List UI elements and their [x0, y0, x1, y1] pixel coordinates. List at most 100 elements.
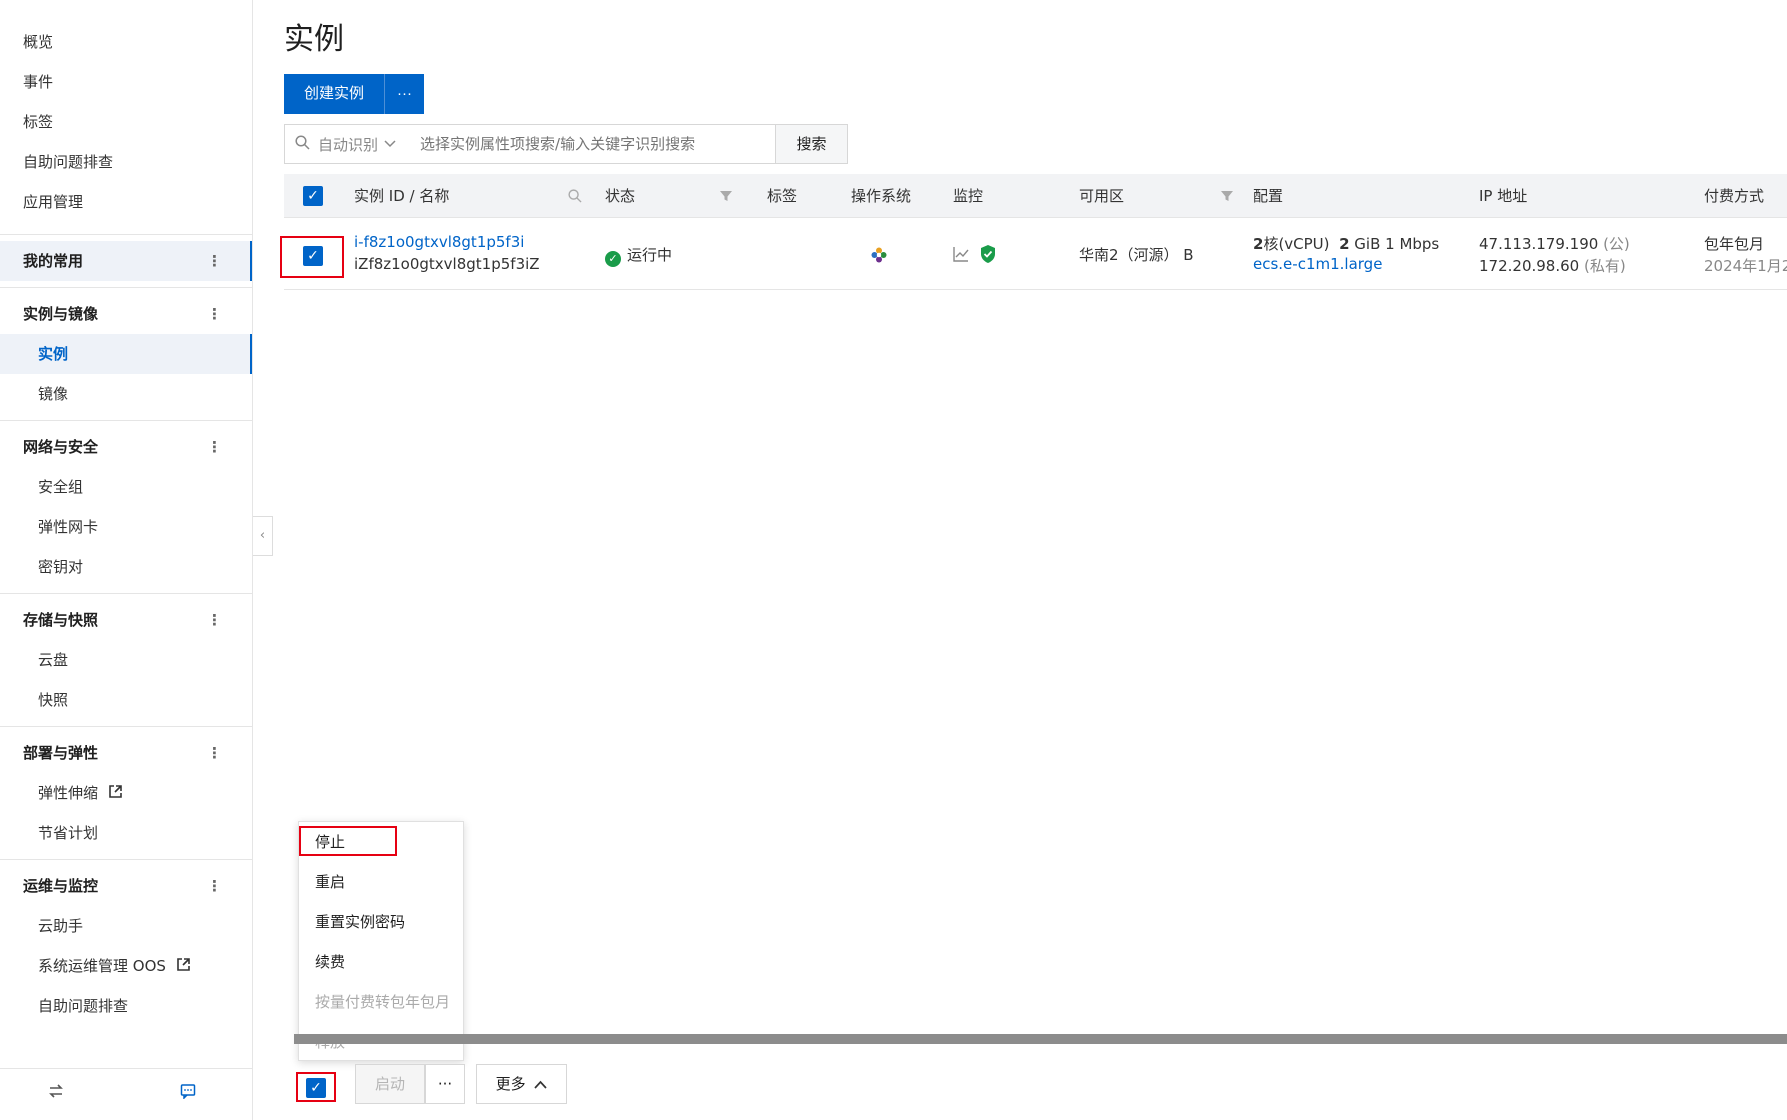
instance-id-link[interactable]: i-f8z1o0gtxvl8gt1p5f3i [354, 233, 524, 251]
instance-name: iZf8z1o0gtxvl8gt1p5f3iZ [354, 255, 540, 273]
sidebar-group-network-security[interactable]: 网络与安全 ⋮ [0, 427, 252, 467]
monitor-chart-icon[interactable] [953, 246, 969, 266]
config-spec: 2核(vCPU) 2 GiB 1 Mbps [1253, 233, 1439, 254]
sidebar-item-security-groups[interactable]: 安全组 [0, 467, 252, 507]
more-vertical-icon[interactable]: ⋮ [207, 866, 222, 906]
header-os: 操作系统 [851, 187, 912, 205]
highlight-box [299, 826, 397, 856]
sidebar-item-savings-plan[interactable]: 节省计划 [0, 813, 252, 853]
more-vertical-icon[interactable]: ⋮ [207, 294, 222, 334]
create-instance-button[interactable]: 创建实例 [284, 74, 385, 114]
sidebar-item-events[interactable]: 事件 [0, 62, 252, 102]
mem-count: 2 [1339, 235, 1350, 253]
sidebar-item-label: 系统运维管理 OOS [38, 957, 166, 975]
select-all-checkbox[interactable]: ✓ [303, 186, 323, 206]
sidebar-item-snapshots[interactable]: 快照 [0, 680, 252, 720]
status-text: 运行中 [627, 246, 673, 264]
sidebar-item-self-troubleshoot[interactable]: 自助问题排查 [0, 142, 252, 182]
sidebar-group-label: 网络与安全 [23, 438, 99, 456]
header-config: 配置 [1253, 187, 1284, 205]
more-vertical-icon[interactable]: ⋮ [207, 241, 222, 281]
sidebar-group-deploy-elastic[interactable]: 部署与弹性 ⋮ [0, 733, 252, 773]
sidebar-item-keypairs[interactable]: 密钥对 [0, 547, 252, 587]
divider [0, 420, 252, 421]
os-icon [870, 246, 888, 268]
sidebar-group-label: 实例与镜像 [23, 305, 99, 323]
search-icon [295, 134, 310, 154]
check-circle-icon: ✓ [605, 251, 621, 267]
divider [0, 726, 252, 727]
sidebar-group-label: 存储与快照 [23, 611, 99, 629]
instance-status: ✓ 运行中 [605, 244, 672, 267]
more-vertical-icon[interactable]: ⋮ [207, 427, 222, 467]
sidebar-group-ops-monitor[interactable]: 运维与监控 ⋮ [0, 866, 252, 906]
instance-type-link[interactable]: ecs.e-c1m1.large [1253, 255, 1382, 273]
page-title: 实例 [284, 22, 344, 57]
menu-item-renew[interactable]: 续费 [299, 942, 463, 982]
sidebar-item-app-management[interactable]: 应用管理 [0, 182, 252, 222]
divider [0, 234, 252, 235]
chevron-down-icon[interactable] [384, 137, 396, 151]
sidebar-item-oos[interactable]: 系统运维管理 OOS [0, 946, 252, 986]
menu-item-convert-billing: 按量付费转包年包月 [315, 993, 451, 1011]
start-button: 启动 [355, 1064, 425, 1104]
more-vertical-icon[interactable]: ⋮ [207, 733, 222, 773]
app-root: 概览 事件 标签 自助问题排查 应用管理 我的常用 ⋮ 实例与镜像 ⋮ 实例 镜… [0, 0, 1787, 1120]
public-ip-value: 47.113.179.190 [1479, 235, 1599, 253]
header-zone: 可用区 [1079, 187, 1125, 205]
search-mode-select[interactable]: 自动识别 [318, 134, 378, 155]
private-ip-value: 172.20.98.60 [1479, 257, 1580, 275]
sidebar-group-label: 我的常用 [23, 252, 84, 270]
sidebar-item-instances[interactable]: 实例 [0, 334, 252, 374]
sidebar-group-label: 部署与弹性 [23, 744, 99, 762]
more-actions-label: 更多 [495, 1075, 526, 1093]
sidebar-group-instances-images[interactable]: 实例与镜像 ⋮ [0, 294, 252, 334]
divider [0, 859, 252, 860]
menu-item-stop[interactable]: 停止 [299, 822, 463, 862]
security-shield-icon[interactable] [980, 245, 996, 267]
external-link-icon [176, 948, 190, 988]
header-search-icon[interactable] [568, 174, 582, 218]
row-checkbox[interactable]: ✓ [303, 246, 323, 266]
mem-bandwidth: GiB 1 Mbps [1349, 235, 1440, 253]
sidebar-collapse-handle[interactable]: ‹ [253, 516, 273, 556]
sidebar-item-overview[interactable]: 概览 [0, 22, 252, 62]
bottom-more-dots-button[interactable]: ··· [425, 1064, 465, 1104]
sidebar-item-label: 弹性伸缩 [38, 784, 99, 802]
billing-date: 2024年1月28 [1704, 257, 1787, 275]
header-monitor: 监控 [953, 187, 984, 205]
more-vertical-icon[interactable]: ⋮ [207, 600, 222, 640]
search-input[interactable] [420, 126, 775, 162]
sidebar-item-self-troubleshoot-2[interactable]: 自助问题排查 [0, 986, 252, 1026]
sidebar-top-nav: 概览 事件 标签 自助问题排查 应用管理 [0, 0, 252, 222]
sidebar-group-storage-snapshot[interactable]: 存储与快照 ⋮ [0, 600, 252, 640]
sidebar-footer [0, 1068, 252, 1120]
cpu-count: 2 [1253, 235, 1264, 253]
horizontal-scrollbar[interactable] [294, 1034, 1787, 1044]
table-row[interactable]: ✓ i-f8z1o0gtxvl8gt1p5f3i iZf8z1o0gtxvl8g… [280, 218, 1787, 290]
sidebar-item-autoscaling[interactable]: 弹性伸缩 [0, 773, 252, 813]
billing-type: 包年包月 [1704, 235, 1765, 253]
create-more-button[interactable]: ··· [384, 74, 425, 114]
sidebar-item-images[interactable]: 镜像 [0, 374, 252, 414]
menu-item-reset-password[interactable]: 重置实例密码 [299, 902, 463, 942]
sidebar-group-favorites[interactable]: 我的常用 ⋮ [0, 241, 252, 281]
search-button[interactable]: 搜索 [775, 125, 847, 163]
chat-icon[interactable] [180, 1083, 196, 1104]
header-ip: IP 地址 [1479, 187, 1528, 205]
swap-icon[interactable] [48, 1083, 64, 1104]
divider [0, 287, 252, 288]
more-actions-button[interactable]: 更多 [476, 1064, 567, 1104]
more-actions-menu: 停止 重启 重置实例密码 续费 按量付费转包年包月 释放 [298, 821, 464, 1061]
sidebar-item-cloud-assistant[interactable]: 云助手 [0, 906, 252, 946]
sidebar-item-eni[interactable]: 弹性网卡 [0, 507, 252, 547]
sidebar-item-tags[interactable]: 标签 [0, 102, 252, 142]
sidebar-item-disks[interactable]: 云盘 [0, 640, 252, 680]
menu-item-restart[interactable]: 重启 [299, 862, 463, 902]
status-filter-icon[interactable] [720, 174, 732, 218]
divider [0, 593, 252, 594]
search-bar: 自动识别 搜索 [284, 124, 848, 164]
zone-filter-icon[interactable] [1221, 174, 1233, 218]
chevron-up-icon [534, 1080, 548, 1089]
bottom-select-all-checkbox[interactable]: ✓ [306, 1078, 326, 1098]
